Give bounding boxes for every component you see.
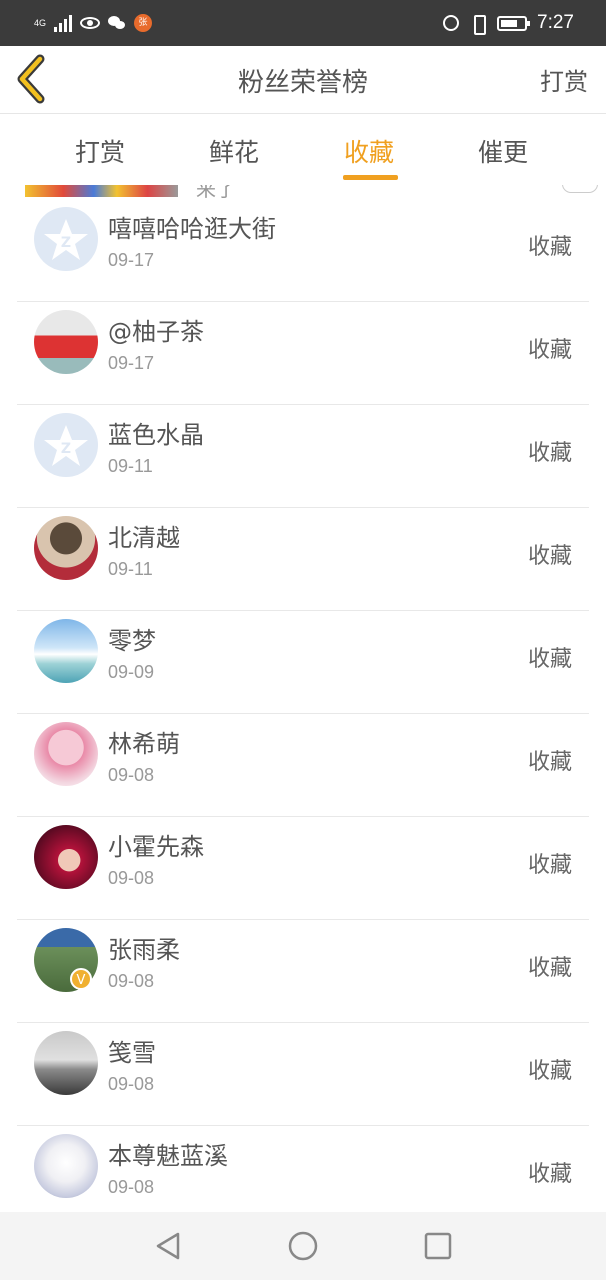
action-label: 收藏: [527, 1162, 572, 1187]
partial-text: 来了: [196, 185, 236, 199]
user-name: 蓝色水晶: [108, 421, 204, 449]
user-name: 嘻嘻哈哈逛大街: [108, 215, 276, 243]
photo-avatar[interactable]: [34, 825, 98, 889]
tab-urge-update[interactable]: 催更: [478, 133, 528, 169]
default-avatar[interactable]: Z: [34, 413, 98, 477]
user-name: @柚子茶: [108, 318, 204, 346]
qq-star-icon: Z: [44, 425, 88, 466]
list-item[interactable]: V 张雨柔 09-08 收藏: [0, 920, 606, 1023]
date: 09-08: [108, 971, 155, 991]
svg-text:Z: Z: [61, 235, 71, 251]
user-name: 林希萌: [108, 730, 180, 758]
triangle-back-icon: [156, 1232, 180, 1260]
vibrate-icon: [469, 15, 487, 35]
default-avatar[interactable]: Z: [34, 207, 98, 271]
tip-button[interactable]: 打赏: [540, 62, 588, 97]
photo-avatar[interactable]: [34, 516, 98, 580]
date: 09-08: [108, 1074, 155, 1094]
system-nav-bar: [0, 1212, 606, 1280]
action-label: 收藏: [527, 647, 572, 672]
tab-tip[interactable]: 打赏: [75, 133, 125, 169]
nav-home-button[interactable]: [287, 1230, 319, 1262]
wechat-icon: [108, 16, 126, 30]
list-item[interactable]: 零梦 09-09 收藏: [0, 611, 606, 714]
circle-home-icon: [288, 1231, 318, 1261]
photo-avatar[interactable]: [34, 619, 98, 683]
page-title: 粉丝荣誉榜: [237, 68, 368, 98]
action-label: 收藏: [527, 1059, 572, 1084]
partial-list-item: 来了: [0, 185, 606, 199]
action-label: 收藏: [527, 853, 572, 878]
clock: 7:27: [537, 12, 574, 33]
partial-button[interactable]: [562, 185, 598, 193]
list-item[interactable]: @柚子茶 09-17 收藏: [0, 302, 606, 405]
banner-image: [25, 185, 178, 197]
tab-bar: 打赏 鲜花 收藏 催更: [0, 115, 606, 185]
photo-avatar[interactable]: [34, 310, 98, 374]
user-name: 小霍先森: [108, 833, 204, 861]
status-right: 7:27: [443, 11, 574, 35]
fan-list: Z 嘻嘻哈哈逛大街 09-17 收藏 @柚子茶 09-17 收藏 Z 蓝色水晶 …: [0, 199, 606, 1229]
date: 09-08: [108, 1177, 155, 1197]
action-label: 收藏: [527, 750, 572, 775]
date: 09-09: [108, 662, 155, 682]
network-type: 4G: [34, 17, 47, 28]
app-notification-icon: 张: [134, 14, 152, 32]
alarm-icon: [443, 15, 460, 31]
user-name: 笺雪: [108, 1039, 156, 1067]
date: 09-17: [108, 353, 155, 373]
user-name: 张雨柔: [108, 936, 180, 964]
user-name: 零梦: [108, 627, 156, 655]
user-name: 本尊魅蓝溪: [108, 1142, 228, 1170]
action-label: 收藏: [527, 441, 572, 466]
action-label: 收藏: [527, 235, 572, 260]
action-label: 收藏: [527, 956, 572, 981]
date: 09-08: [108, 868, 155, 888]
list-item[interactable]: 林希萌 09-08 收藏: [0, 714, 606, 817]
photo-avatar[interactable]: [34, 722, 98, 786]
active-tab-indicator: [343, 175, 398, 180]
status-bar: 4G 张 7:27: [0, 0, 606, 46]
action-label: 收藏: [527, 544, 572, 569]
square-recents-icon: [424, 1232, 452, 1260]
date: 09-17: [108, 250, 155, 270]
date: 09-08: [108, 765, 155, 785]
list-item[interactable]: Z 蓝色水晶 09-11 收藏: [0, 405, 606, 508]
svg-text:Z: Z: [61, 441, 71, 457]
list-item[interactable]: 小霍先森 09-08 收藏: [0, 817, 606, 920]
eye-icon: [80, 17, 100, 29]
signal-icon: [54, 14, 72, 32]
list-item[interactable]: 笺雪 09-08 收藏: [0, 1023, 606, 1126]
action-label: 收藏: [527, 338, 572, 363]
nav-back-button[interactable]: [152, 1230, 184, 1262]
tab-favorites[interactable]: 收藏: [344, 133, 394, 169]
app-header: 粉丝荣誉榜 打赏: [0, 46, 606, 114]
status-left: 4G 张: [34, 12, 152, 34]
verified-badge: V: [70, 968, 92, 990]
date: 09-11: [108, 559, 153, 579]
photo-avatar[interactable]: [34, 1134, 98, 1198]
photo-avatar[interactable]: [34, 1031, 98, 1095]
user-name: 北清越: [108, 524, 180, 552]
date: 09-11: [108, 456, 153, 476]
tab-flowers[interactable]: 鲜花: [209, 133, 259, 169]
battery-icon: [497, 15, 531, 31]
qq-star-icon: Z: [44, 219, 88, 260]
nav-recents-button[interactable]: [422, 1230, 454, 1262]
list-item[interactable]: 北清越 09-11 收藏: [0, 508, 606, 611]
list-item[interactable]: Z 嘻嘻哈哈逛大街 09-17 收藏: [0, 199, 606, 302]
